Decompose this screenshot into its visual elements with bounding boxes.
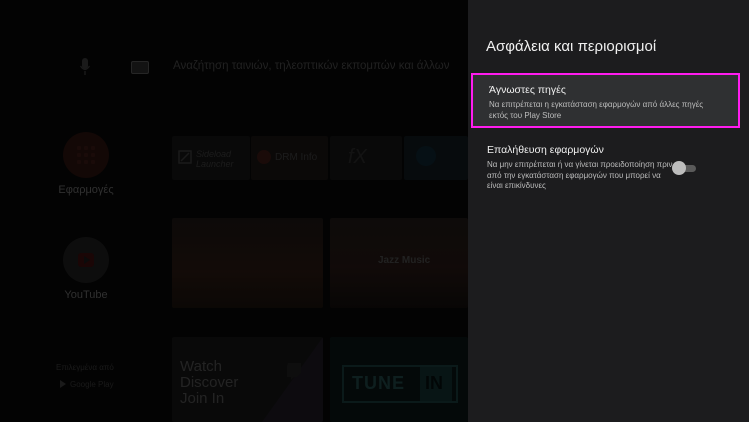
option-subtitle: Να επιτρέπεται η εγκατάσταση εφαρμογών α… xyxy=(489,100,704,120)
option-subtitle: Να μην επιτρέπεται ή να γίνεται προειδοπ… xyxy=(487,160,673,190)
youtube-icon xyxy=(78,253,94,267)
sideload-label: Sideload Launcher xyxy=(196,149,234,169)
sideload-icon xyxy=(178,150,192,164)
app-tile-media[interactable] xyxy=(404,136,468,180)
sidebar-item-youtube[interactable]: YouTube xyxy=(52,237,120,301)
verify-apps-toggle[interactable] xyxy=(672,161,698,175)
unknown-sources-option[interactable]: Άγνωστες πηγές Να επιτρέπεται η εγκατάστ… xyxy=(471,73,740,128)
panel-title: Ασφάλεια και περιορισμοί xyxy=(486,38,657,55)
apps-icon xyxy=(77,146,95,164)
tunein-logo: TUNE IN xyxy=(342,365,458,403)
keyboard-icon[interactable] xyxy=(131,61,149,74)
apps-circle xyxy=(63,132,109,178)
drm-icon xyxy=(257,150,271,164)
google-play-icon xyxy=(60,380,66,388)
video-thumbnail-jazz[interactable]: Jazz Music xyxy=(330,218,468,308)
app-tile-drm-info[interactable]: DRM Info xyxy=(251,136,328,180)
search-bar[interactable]: Αναζήτηση ταινιών, τηλεοπτικών εκπομπών … xyxy=(0,56,468,80)
google-play-logo: Google Play xyxy=(60,380,114,389)
youtube-circle xyxy=(63,237,109,283)
twitch-tile[interactable]: Watch Discover Join In xyxy=(172,337,323,422)
tune-text: TUNE xyxy=(352,373,405,393)
security-settings-panel: Ασφάλεια και περιορισμοί Άγνωστες πηγές … xyxy=(468,0,749,422)
video-thumbnail-1[interactable] xyxy=(172,218,323,308)
home-screen: Αναζήτηση ταινιών, τηλεοπτικών εκπομπών … xyxy=(0,0,468,422)
sidebar-item-label: YouTube xyxy=(64,289,108,301)
sidebar-item-label: Εφαρμογές xyxy=(58,184,114,196)
microphone-icon[interactable] xyxy=(80,58,90,76)
search-placeholder: Αναζήτηση ταινιών, τηλεοπτικών εκπομπών … xyxy=(173,60,450,72)
in-box: IN xyxy=(420,367,452,401)
option-title: Επαλήθευση εφαρμογών xyxy=(487,144,604,156)
watch-discover-text: Watch Discover Join In xyxy=(180,359,238,407)
google-play-text: Google Play xyxy=(70,380,114,389)
app-tile-sideload-launcher[interactable]: Sideload Launcher xyxy=(172,136,250,180)
toggle-thumb xyxy=(672,161,686,175)
watch-line-1: Watch xyxy=(180,358,222,375)
drm-label: DRM Info xyxy=(275,152,318,163)
media-icon xyxy=(416,146,436,166)
watch-line-2: Discover xyxy=(180,374,239,391)
jazz-music-label: Jazz Music xyxy=(378,255,431,266)
twitch-icon xyxy=(287,363,301,380)
watch-line-3: Join In xyxy=(180,390,225,407)
sidebar-item-apps[interactable]: Εφαρμογές xyxy=(52,132,120,196)
option-title: Άγνωστες πηγές xyxy=(489,84,566,96)
app-tile-fx[interactable]: fX xyxy=(330,136,402,180)
recommended-by-label: Επιλεγμένα από xyxy=(56,363,114,372)
fx-icon: fX xyxy=(348,146,367,168)
in-text: IN xyxy=(425,373,443,393)
tunein-tile[interactable]: TUNE IN xyxy=(330,337,468,422)
